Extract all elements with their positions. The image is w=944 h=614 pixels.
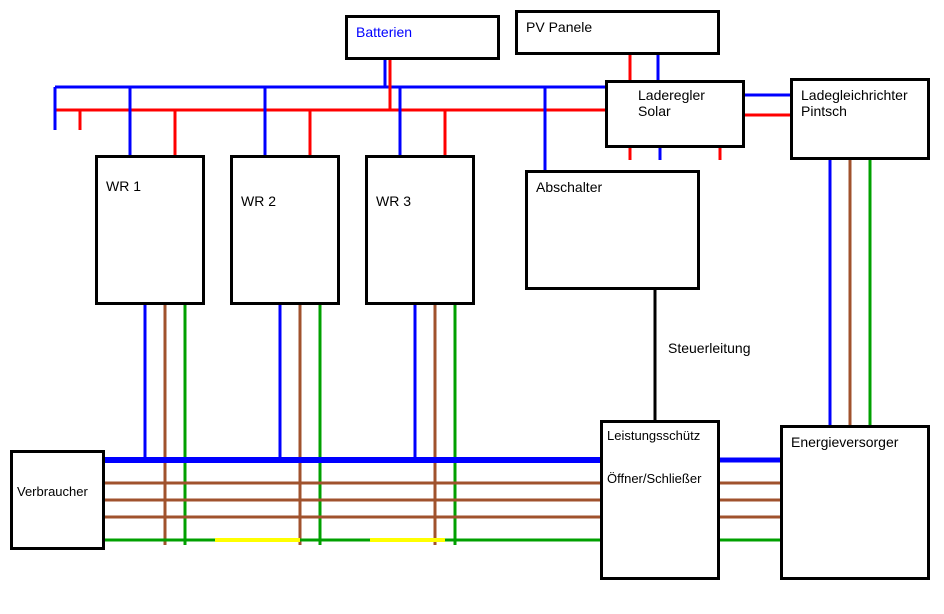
wr3-box: WR 3 bbox=[365, 155, 475, 305]
laderegler-label-l1: Laderegler bbox=[638, 87, 705, 103]
abschalter-box: Abschalter bbox=[525, 170, 700, 290]
energieversorger-box: Energieversorger bbox=[780, 425, 930, 580]
abschalter-label: Abschalter bbox=[536, 179, 602, 195]
wr3-label: WR 3 bbox=[376, 193, 411, 209]
ladegleichrichter-label-l1: Ladegleichrichter bbox=[801, 87, 908, 103]
leistungsschuetz-box: Leistungsschütz Öffner/Schließer bbox=[600, 420, 720, 580]
oeffner-schliesser-label: Öffner/Schließer bbox=[607, 471, 701, 486]
batterien-label: Batterien bbox=[356, 24, 412, 40]
verbraucher-label: Verbraucher bbox=[17, 484, 88, 499]
laderegler-label-l2: Solar bbox=[638, 103, 671, 119]
energieversorger-label: Energieversorger bbox=[791, 434, 898, 450]
leistungsschuetz-label: Leistungsschütz bbox=[607, 428, 700, 443]
ladegleichrichter-box: Ladegleichrichter Pintsch bbox=[790, 78, 930, 160]
pv-panele-box: PV Panele bbox=[515, 10, 720, 55]
verbraucher-box: Verbraucher bbox=[10, 450, 105, 550]
wr1-box: WR 1 bbox=[95, 155, 205, 305]
batterien-box: Batterien bbox=[345, 15, 500, 60]
ladegleichrichter-label-l2: Pintsch bbox=[801, 103, 847, 119]
wr2-box: WR 2 bbox=[230, 155, 340, 305]
wr1-label: WR 1 bbox=[106, 178, 141, 194]
laderegler-solar-box: Laderegler Solar bbox=[605, 80, 745, 148]
wr2-label: WR 2 bbox=[241, 193, 276, 209]
pv-panele-label: PV Panele bbox=[526, 19, 592, 35]
steuerleitung-label: Steuerleitung bbox=[668, 340, 751, 356]
